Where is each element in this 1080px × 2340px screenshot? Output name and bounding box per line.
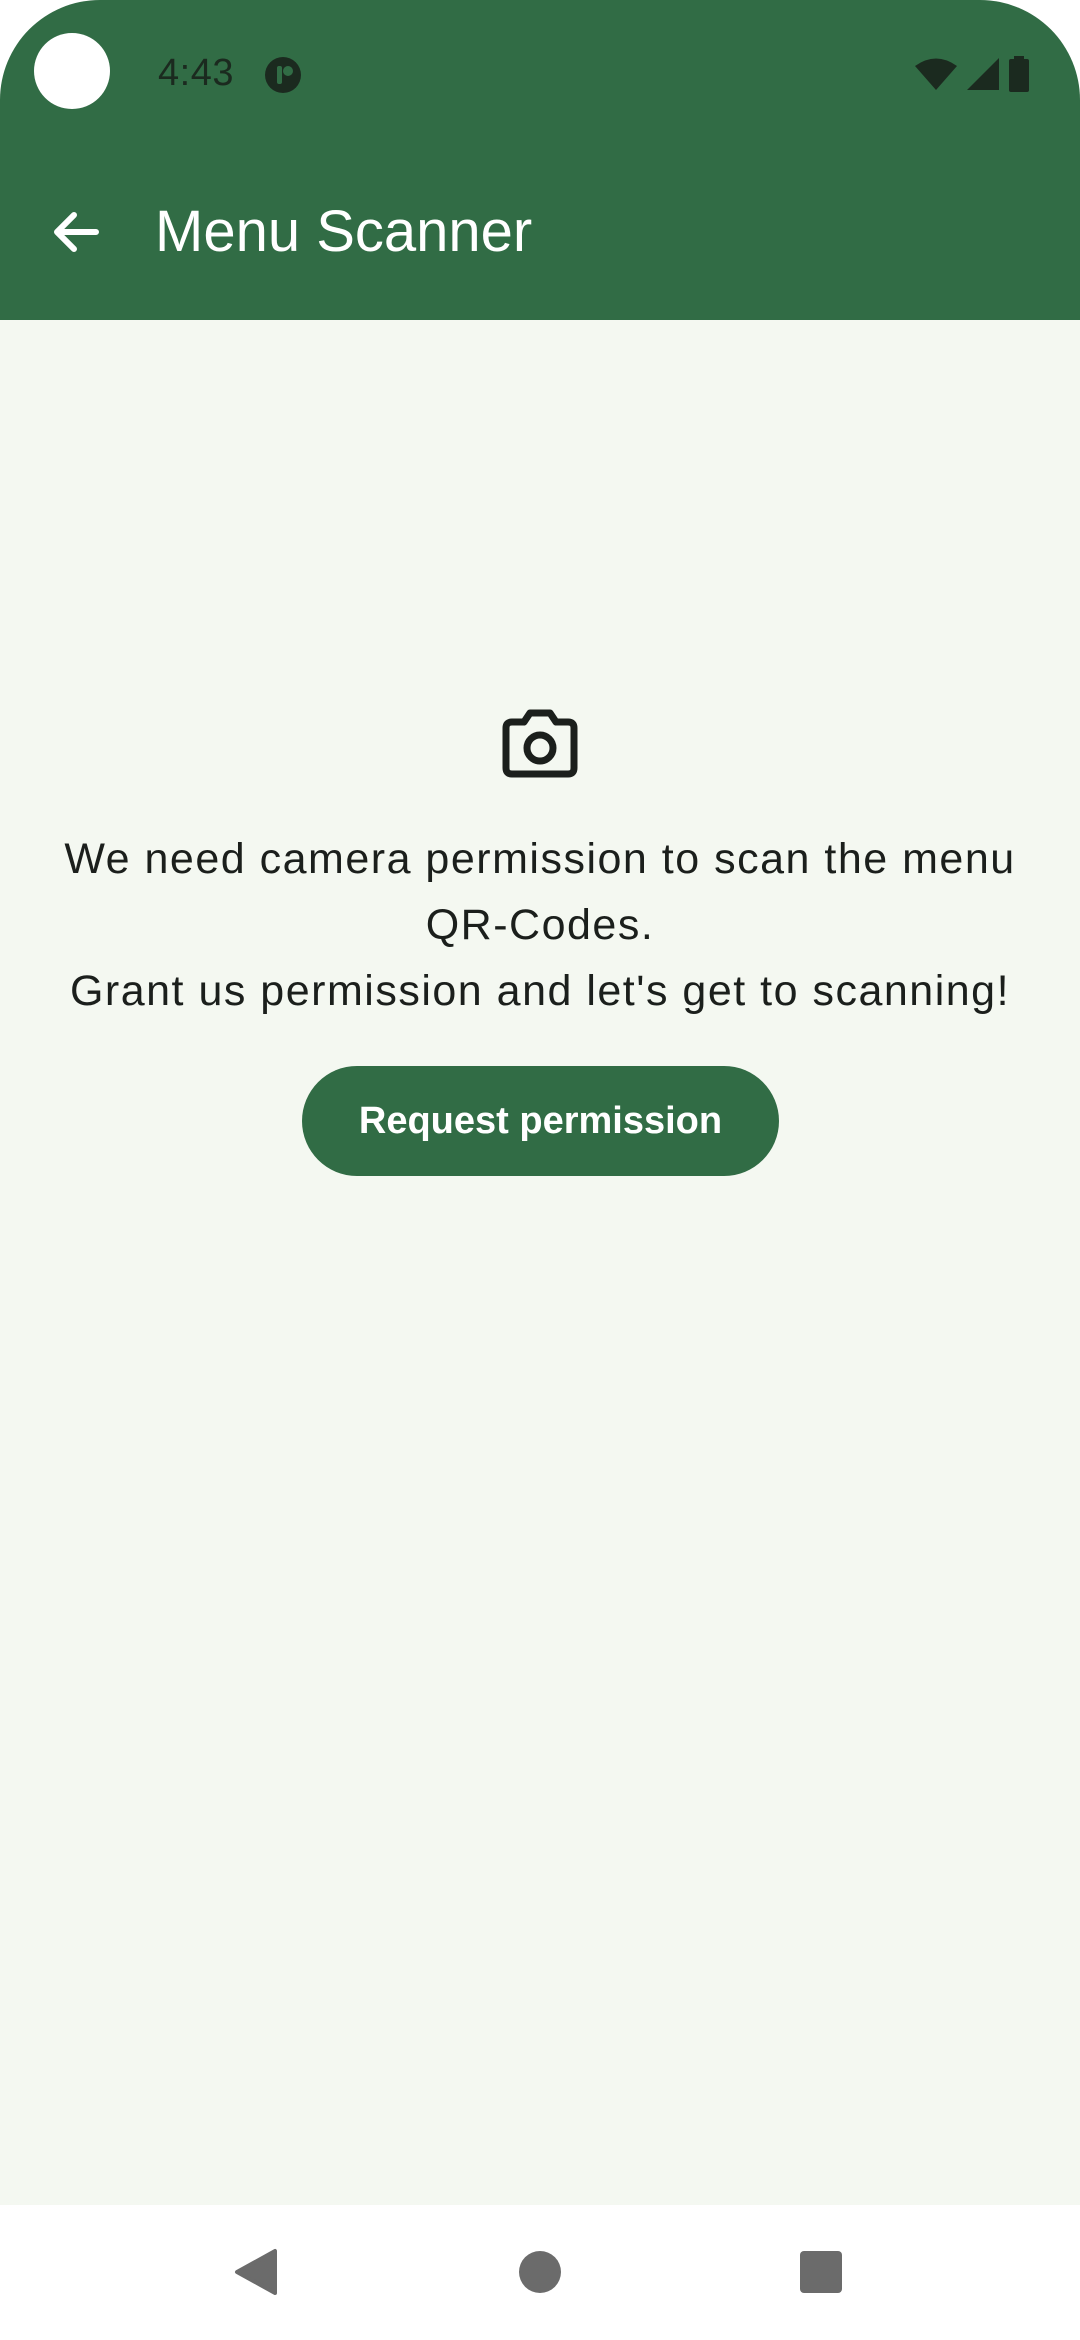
battery-icon bbox=[1008, 55, 1030, 97]
app-badge-icon bbox=[264, 56, 302, 94]
status-icons bbox=[914, 55, 1030, 97]
permission-message: We need camera permission to scan the me… bbox=[40, 826, 1040, 1024]
screen: 4:43 Menu Scanner We need camera permiss… bbox=[0, 0, 1080, 2340]
request-permission-button[interactable]: Request permission bbox=[302, 1066, 779, 1176]
nav-home-button[interactable] bbox=[505, 2239, 575, 2309]
nav-back-icon bbox=[233, 2248, 279, 2301]
nav-back-button[interactable] bbox=[221, 2239, 291, 2309]
status-bar: 4:43 bbox=[0, 0, 1080, 150]
camera-icon bbox=[502, 708, 578, 778]
nav-recents-button[interactable] bbox=[786, 2239, 856, 2309]
system-nav-bar bbox=[0, 2205, 1080, 2340]
permission-message-line2: Grant us permission and let's get to sca… bbox=[69, 967, 1011, 1015]
permission-message-line1: We need camera permission to scan the me… bbox=[64, 835, 1016, 949]
status-time: 4:43 bbox=[158, 52, 234, 94]
wifi-icon bbox=[914, 57, 958, 96]
nav-recents-icon bbox=[799, 2250, 843, 2299]
front-camera-cutout bbox=[34, 33, 110, 109]
permission-content bbox=[0, 320, 1080, 2205]
nav-home-icon bbox=[518, 2250, 562, 2299]
cell-signal-icon bbox=[966, 57, 1000, 96]
arrow-back-icon bbox=[50, 206, 102, 263]
app-bar: Menu Scanner bbox=[0, 150, 1080, 320]
page-title: Menu Scanner bbox=[155, 199, 533, 264]
back-button[interactable] bbox=[36, 194, 116, 274]
